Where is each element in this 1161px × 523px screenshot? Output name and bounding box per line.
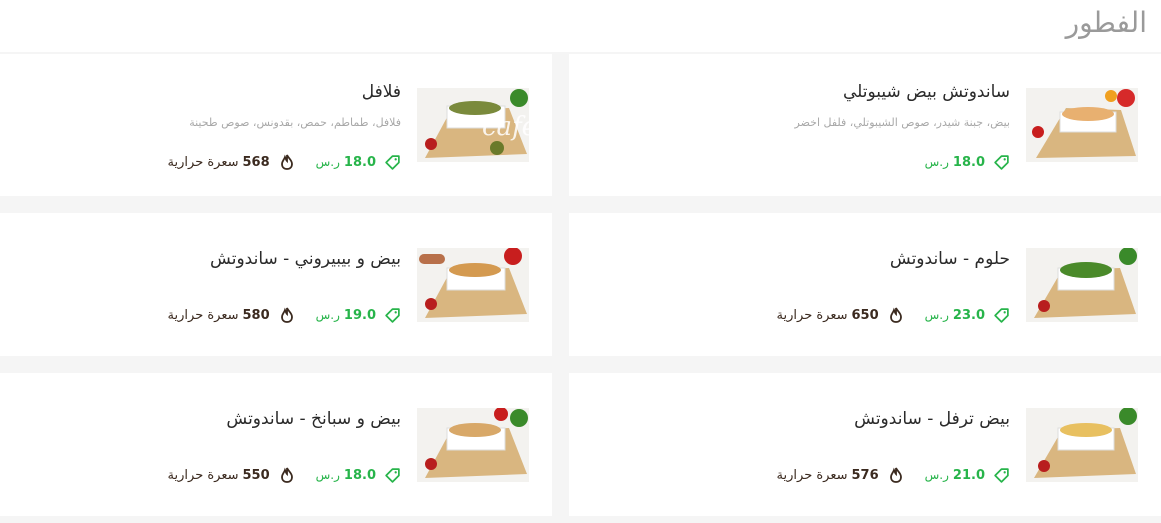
menu-item-image [417,248,529,322]
menu-item-meta: 23.0 ر.س 650 سعرة حرارية [777,305,1010,325]
menu-item-meta: 18.0 ر.س 568 سعرة حرارية [168,152,401,172]
menu-item-card[interactable]: بيض ترفل - ساندوتش 21.0 ر.س 576 سعرة حرا… [569,373,1161,516]
price: 21.0 ر.س [925,467,1010,484]
section-title: الفطور [1065,6,1147,39]
menu-item-card[interactable]: بيض و سبانخ - ساندوتش 18.0 ر.س 550 سعرة … [0,373,552,516]
calories-value: 650 [851,307,879,323]
price-tag-icon [993,154,1010,171]
price-value: 18.0 [952,154,985,170]
menu-item-meta: 21.0 ر.س 576 سعرة حرارية [777,465,1010,485]
fire-icon [889,467,903,483]
fire-icon [280,307,294,323]
menu-item-description: فلافل، طماطم، حمص، بقدونس، صوص طحينة [189,116,401,129]
price: 18.0 ر.س [316,154,401,171]
menu-item-card[interactable]: بيض و بيبيروني - ساندوتش 19.0 ر.س 580 سع… [0,213,552,356]
price: 18.0 ر.س [316,467,401,484]
section-header: الفطور [0,0,1161,52]
price-tag-icon [993,307,1010,324]
price-value: 21.0 [952,467,985,483]
currency-label: ر.س [315,468,340,482]
menu-item-title: بيض ترفل - ساندوتش [854,409,1010,429]
currency-label: ر.س [315,155,340,169]
menu-item-image [1026,88,1138,162]
menu-item-image [1026,248,1138,322]
fire-icon [889,307,903,323]
fire-icon [280,154,294,170]
price: 19.0 ر.س [316,307,401,324]
currency-label: ر.س [924,155,949,169]
calories-value: 550 [242,467,270,483]
calories: 576 سعرة حرارية [777,467,903,483]
menu-item-title: ساندوتش بيض شيبوتلي [842,82,1010,102]
watermark: cafe [482,112,538,142]
price-value: 19.0 [343,307,376,323]
calories: 568 سعرة حرارية [168,154,294,170]
fire-icon [280,467,294,483]
price-tag-icon [384,307,401,324]
calories-label: سعرة حرارية [167,467,239,483]
price-value: 18.0 [343,467,376,483]
menu-item-title: بيض و بيبيروني - ساندوتش [210,249,401,269]
price: 23.0 ر.س [925,307,1010,324]
calories-label: سعرة حرارية [776,307,848,323]
menu-item-description: بيض، جبنة شيدر، صوص الشيبوتلي، فلفل اخضر [794,116,1010,129]
menu-item-meta: 18.0 ر.س [925,152,1010,172]
menu-item-meta: 18.0 ر.س 550 سعرة حرارية [168,465,401,485]
calories-value: 568 [242,154,270,170]
menu-item-card[interactable]: ساندوتش بيض شيبوتلي بيض، جبنة شيدر، صوص … [569,54,1161,196]
menu-item-image [1026,408,1138,482]
calories-value: 576 [851,467,879,483]
menu-item-meta: 19.0 ر.س 580 سعرة حرارية [168,305,401,325]
calories-value: 580 [242,307,270,323]
menu-item-card[interactable]: حلوم - ساندوتش 23.0 ر.س 650 سعرة حرارية [569,213,1161,356]
price-value: 23.0 [952,307,985,323]
currency-label: ر.س [924,468,949,482]
price-tag-icon [993,467,1010,484]
menu-item-title: حلوم - ساندوتش [889,249,1010,269]
calories: 650 سعرة حرارية [777,307,903,323]
price-tag-icon [384,154,401,171]
menu-item-image [417,408,529,482]
currency-label: ر.س [315,308,340,322]
price: 18.0 ر.س [925,154,1010,171]
price-tag-icon [384,467,401,484]
calories: 580 سعرة حرارية [168,307,294,323]
calories-label: سعرة حرارية [167,307,239,323]
menu-item-card[interactable]: فلافل فلافل، طماطم، حمص، بقدونس، صوص طحي… [0,54,552,196]
calories: 550 سعرة حرارية [168,467,294,483]
calories-label: سعرة حرارية [167,154,239,170]
currency-label: ر.س [924,308,949,322]
price-value: 18.0 [343,154,376,170]
menu-item-title: بيض و سبانخ - ساندوتش [226,409,401,429]
calories-label: سعرة حرارية [776,467,848,483]
menu-item-title: فلافل [361,82,401,102]
